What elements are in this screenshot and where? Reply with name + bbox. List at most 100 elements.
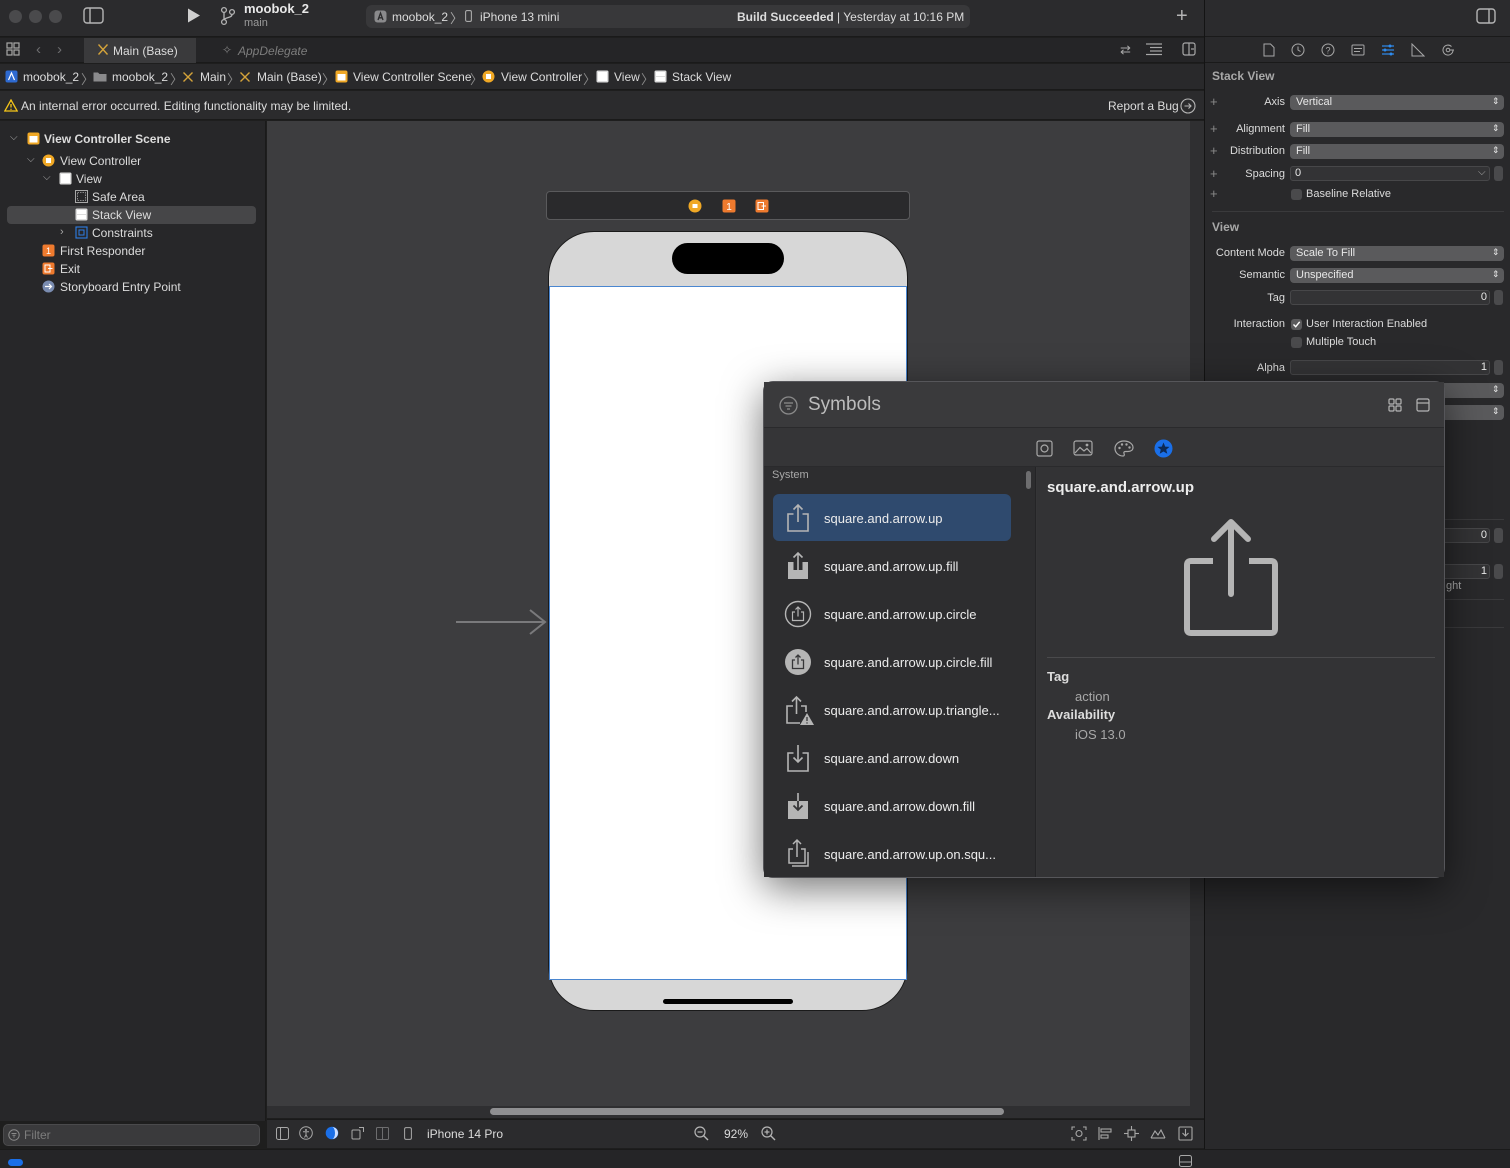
zoom-out-icon[interactable] [694, 1126, 709, 1141]
symbols-search-field[interactable]: Symbols [808, 394, 881, 416]
arrow-circle-icon[interactable] [1180, 98, 1196, 114]
list-item[interactable]: square.and.arrow.up [824, 511, 943, 526]
debug-area-toggle-icon[interactable] [1179, 1155, 1192, 1167]
inspector-toggle-icon[interactable] [1476, 8, 1496, 24]
alpha-field[interactable]: 1 [1290, 360, 1490, 375]
outline-view-controller[interactable]: View Controller [60, 154, 141, 168]
editor-options-icon[interactable] [1145, 42, 1163, 56]
content-mode-popup[interactable]: Scale To Fill [1290, 246, 1504, 261]
entry-point-arrow-icon[interactable] [456, 607, 548, 637]
add-plus-icon[interactable]: + [1176, 5, 1188, 28]
align-icon[interactable] [1098, 1126, 1113, 1141]
multiple-touch-checkbox[interactable] [1291, 337, 1302, 348]
sidebar-toggle-icon[interactable] [83, 7, 104, 24]
distribution-popup[interactable]: Fill [1290, 144, 1504, 159]
layout-icon[interactable] [376, 1127, 389, 1140]
report-bug-button[interactable]: Report a Bug [1108, 99, 1179, 113]
disclosure-right-icon[interactable]: › [60, 226, 64, 238]
close-window-button[interactable] [9, 10, 22, 23]
add-variation-icon[interactable]: + [1210, 186, 1218, 201]
list-item[interactable]: square.and.arrow.up.fill [824, 559, 958, 574]
device-config-button[interactable]: iPhone 14 Pro [427, 1127, 503, 1141]
user-interaction-checkbox[interactable] [1291, 319, 1302, 330]
refresh-arrows-icon[interactable]: ⇄ [1120, 42, 1131, 58]
grid-view-icon[interactable] [1388, 398, 1402, 412]
field-a-stepper[interactable] [1494, 528, 1503, 543]
list-item[interactable]: square.and.arrow.up.circle.fill [824, 655, 992, 670]
tag-field[interactable]: 0 [1290, 290, 1490, 305]
zoom-level[interactable]: 92% [724, 1127, 748, 1141]
color-library-icon[interactable] [1114, 440, 1134, 457]
breadcrumb-stack-view[interactable]: Stack View [672, 70, 731, 84]
outline-stack-view[interactable]: Stack View [92, 208, 151, 222]
alignment-popup[interactable]: Fill [1290, 122, 1504, 137]
orientation-icon[interactable] [351, 1126, 365, 1140]
run-button[interactable] [185, 7, 201, 24]
list-item[interactable]: square.and.arrow.up.triangle... [824, 703, 1000, 718]
split-editor-icon[interactable] [1182, 42, 1196, 56]
project-name[interactable]: moobok_2 [244, 1, 309, 16]
connections-inspector-icon[interactable] [1441, 43, 1455, 57]
identity-inspector-icon[interactable] [1351, 43, 1365, 57]
embed-in-icon[interactable] [1178, 1126, 1193, 1141]
minimize-window-button[interactable] [29, 10, 42, 23]
outline-constraints[interactable]: Constraints [92, 226, 153, 240]
tag-stepper[interactable] [1494, 290, 1503, 305]
symbol-list-scroll-thumb[interactable] [1026, 471, 1031, 489]
back-chevron-icon[interactable]: ‹ [36, 41, 41, 58]
field-b-stepper[interactable] [1494, 564, 1503, 579]
add-constraints-icon[interactable] [1124, 1126, 1139, 1141]
symbols-library-icon[interactable] [1154, 439, 1173, 458]
run-destination[interactable]: iPhone 13 mini [480, 10, 559, 24]
drawing-field-b[interactable]: 1 [1440, 564, 1490, 579]
appearance-icon[interactable] [325, 1126, 339, 1140]
detail-view-icon[interactable] [1416, 398, 1430, 412]
breadcrumb-view-controller[interactable]: View Controller [501, 70, 582, 84]
breadcrumb-project[interactable]: moobok_2 [23, 70, 79, 84]
history-icon[interactable] [1291, 43, 1305, 57]
breadcrumb-view[interactable]: View [614, 70, 640, 84]
objects-library-icon[interactable] [1036, 440, 1053, 457]
outline-first-responder[interactable]: First Responder [60, 244, 145, 258]
tab-app-delegate[interactable]: AppDelegate [238, 44, 307, 58]
update-frames-icon[interactable] [1071, 1126, 1087, 1141]
breadcrumb-main[interactable]: Main [200, 70, 226, 84]
breadcrumb-main-base[interactable]: Main (Base) [257, 70, 322, 84]
help-icon[interactable]: ? [1321, 43, 1335, 57]
axis-popup[interactable]: Vertical [1290, 95, 1504, 110]
view-controller-icon[interactable] [688, 199, 702, 213]
accessibility-icon[interactable] [299, 1126, 313, 1140]
related-items-grid-icon[interactable] [6, 42, 20, 56]
outline-safe-area[interactable]: Safe Area [92, 190, 145, 204]
disclosure-down-icon[interactable]: ⌵ [43, 172, 51, 183]
exit-icon[interactable] [755, 199, 769, 213]
semantic-popup[interactable]: Unspecified [1290, 268, 1504, 283]
file-inspector-icon[interactable] [1263, 43, 1275, 57]
breadcrumb-folder[interactable]: moobok_2 [112, 70, 168, 84]
baseline-relative-checkbox[interactable] [1291, 189, 1302, 200]
zoom-window-button[interactable] [49, 10, 62, 23]
outline-entry-point[interactable]: Storyboard Entry Point [60, 280, 181, 294]
alpha-stepper[interactable] [1494, 360, 1503, 375]
outline-toggle-icon[interactable] [276, 1127, 289, 1140]
list-item[interactable]: square.and.arrow.up.circle [824, 607, 976, 622]
spacing-stepper[interactable] [1494, 166, 1503, 181]
media-library-icon[interactable] [1073, 440, 1093, 456]
disclosure-down-icon[interactable]: ⌵ [10, 132, 18, 143]
first-responder-icon[interactable]: 1 [722, 199, 736, 213]
attributes-inspector-icon[interactable] [1381, 43, 1395, 57]
drawing-field-a[interactable]: 0 [1440, 528, 1490, 543]
canvas-scroll-thumb[interactable] [490, 1108, 1004, 1115]
spacing-field[interactable]: 0 [1290, 166, 1490, 181]
scheme-name[interactable]: moobok_2 [392, 10, 448, 24]
size-inspector-icon[interactable] [1411, 43, 1425, 57]
breadcrumb-scene[interactable]: View Controller Scene [353, 70, 472, 84]
symbol-list-scrollbar[interactable] [1022, 467, 1036, 877]
zoom-in-icon[interactable] [761, 1126, 776, 1141]
filter-icon[interactable] [779, 396, 798, 415]
outline-exit[interactable]: Exit [60, 262, 80, 276]
resolve-issues-icon[interactable] [1150, 1126, 1166, 1141]
list-item[interactable]: square.and.arrow.down [824, 751, 959, 766]
combo-chevron-icon[interactable]: ⌵ [1478, 167, 1486, 178]
list-item[interactable]: square.and.arrow.down.fill [824, 799, 975, 814]
